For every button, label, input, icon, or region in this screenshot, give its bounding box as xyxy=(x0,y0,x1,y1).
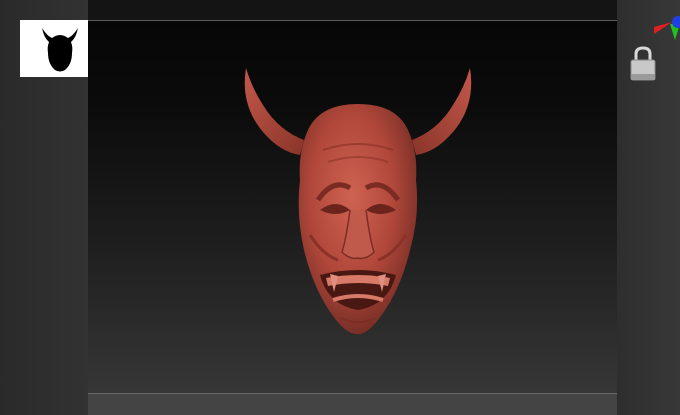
viewport-top-bar xyxy=(88,0,617,21)
viewport-canvas[interactable] xyxy=(88,0,617,415)
left-tool-panel xyxy=(0,0,92,415)
tool-thumbnail[interactable] xyxy=(20,20,92,77)
sculpt-app-window xyxy=(0,0,680,415)
horned-mask-silhouette-icon xyxy=(42,28,78,72)
right-tool-panel xyxy=(617,0,680,415)
viewport-bottom-bar xyxy=(88,393,617,415)
hannya-mask-model[interactable] xyxy=(238,60,478,360)
lock-icon[interactable] xyxy=(626,44,660,84)
